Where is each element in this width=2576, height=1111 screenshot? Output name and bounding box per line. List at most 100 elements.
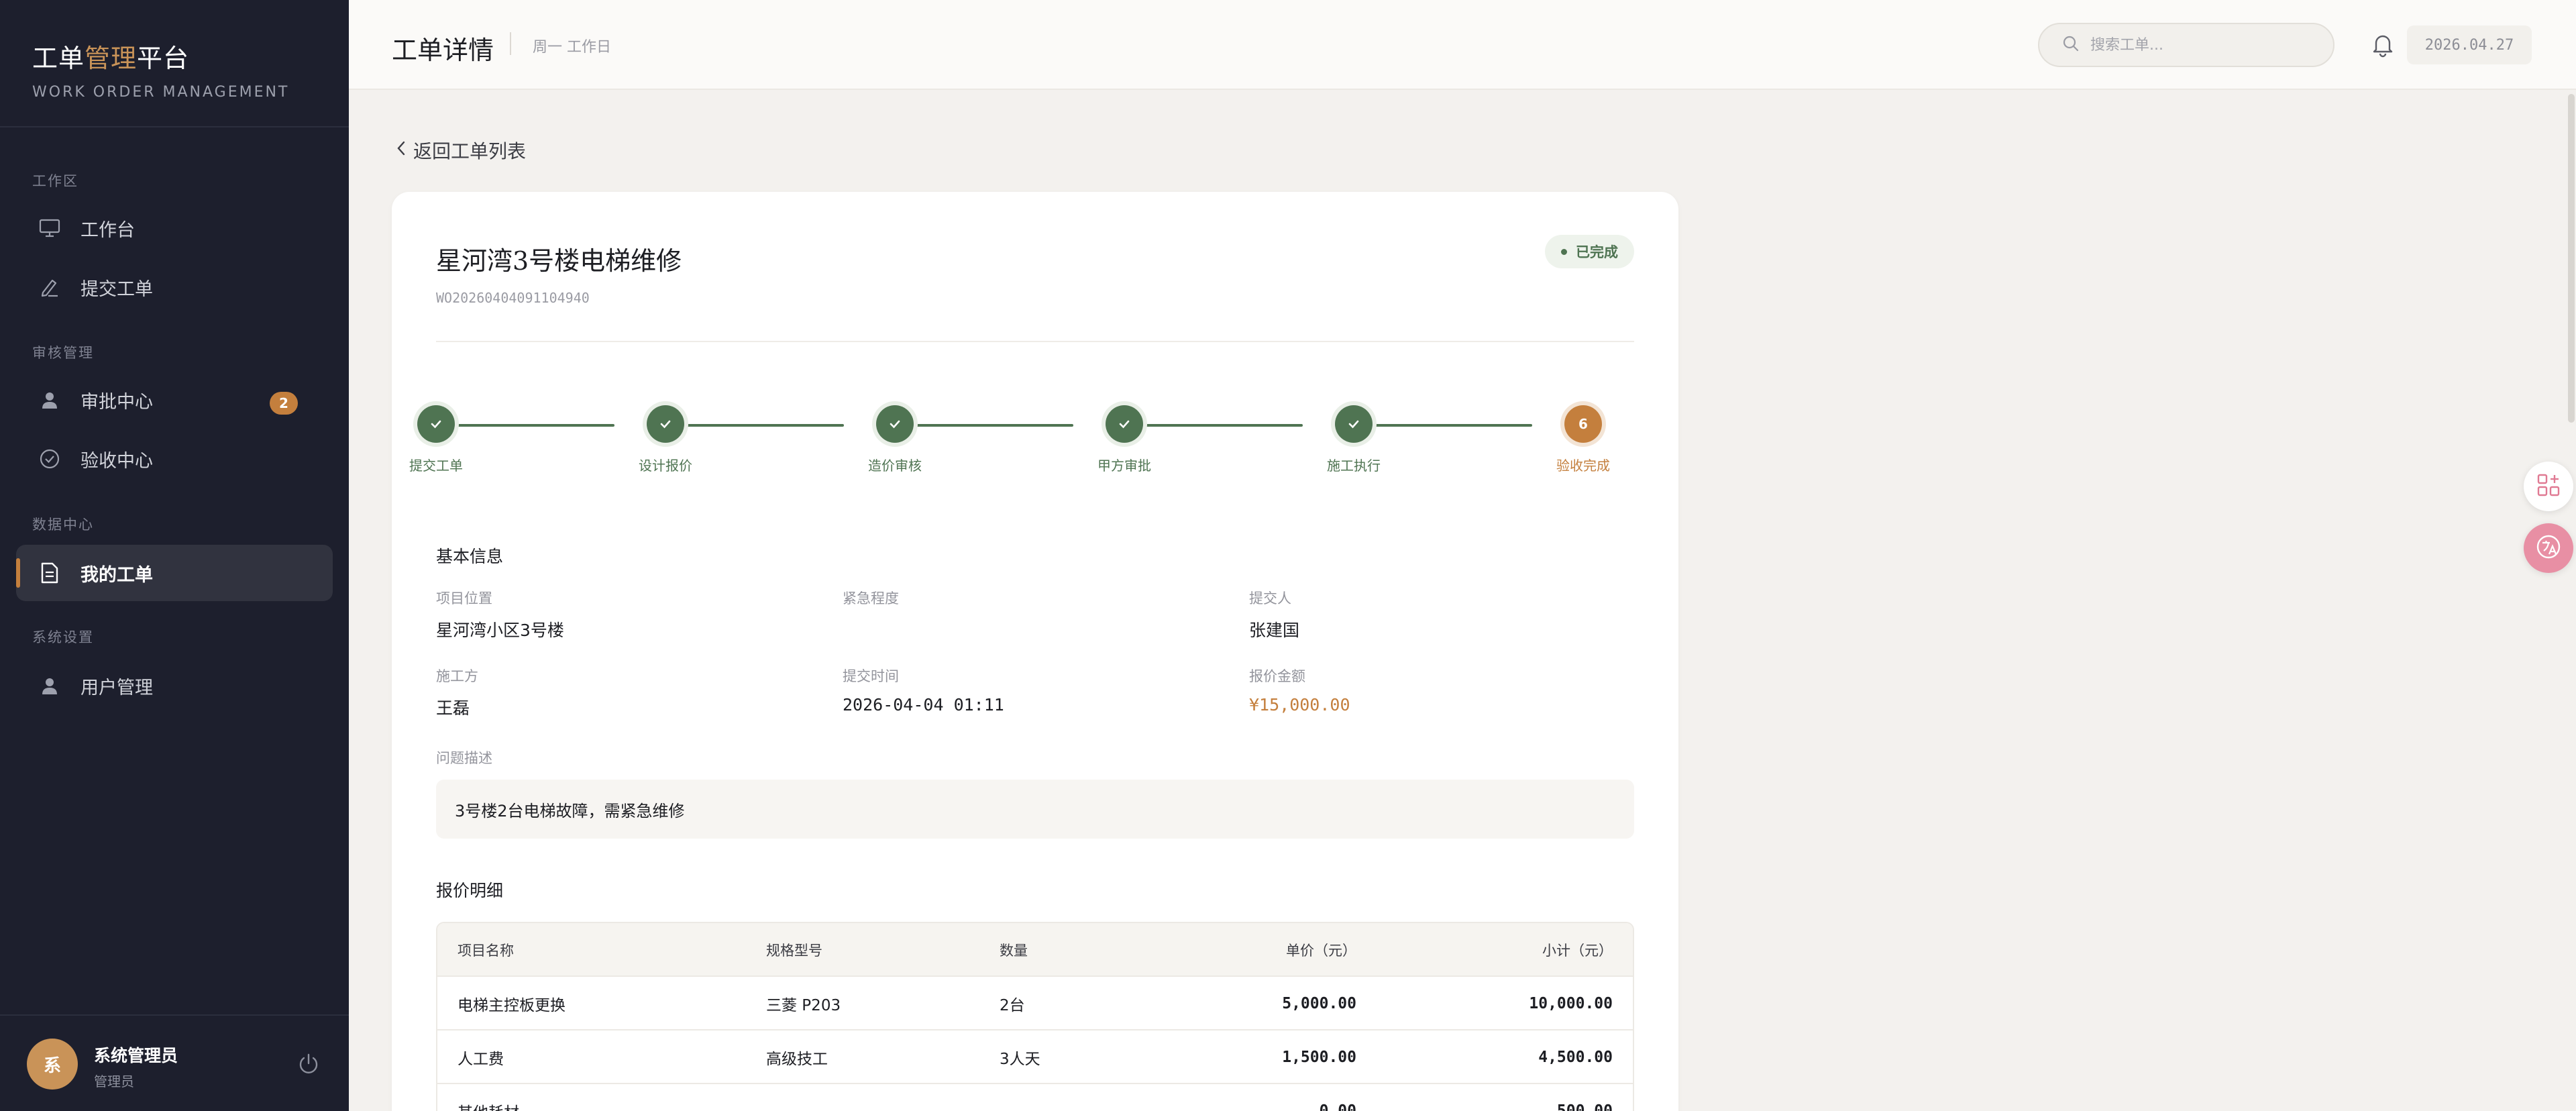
table-row: 其他耗材 0.00 500.00 [437, 1084, 1633, 1111]
table-header-row: 项目名称 规格型号 数量 单价（元） 小计（元） [437, 923, 1633, 977]
location-value: 星河湾小区3号楼 [436, 621, 564, 640]
section-title-basic: 基本信息 [436, 547, 504, 566]
table-cell: 10,000.00 [1529, 995, 1613, 1012]
step-number: 6 [1564, 405, 1602, 443]
user-role: 管理员 [94, 1073, 134, 1090]
submit-time-value: 2026-04-04 01:11 [843, 695, 1004, 715]
nav-group-workspace: 工作区 [32, 173, 78, 189]
sidebar-item-label: 用户管理 [80, 677, 153, 698]
step-label: 施工执行 [1327, 458, 1381, 474]
user-name: 系统管理员 [94, 1046, 178, 1065]
table-cell: 3人天 [1000, 1051, 1040, 1068]
sidebar-item-my-orders[interactable]: 我的工单 [16, 545, 333, 601]
quote-table: 项目名称 规格型号 数量 单价（元） 小计（元） 电梯主控板更换 三菱 P203… [436, 922, 1634, 1111]
brand-title: 工单管理平台 [32, 44, 190, 73]
quote-amount-label: 报价金额 [1249, 668, 1305, 684]
order-title: 星河湾3号楼电梯维修 [436, 246, 682, 276]
table-cell: 5,000.00 [1282, 995, 1356, 1012]
table-row: 电梯主控板更换 三菱 P203 2台 5,000.00 10,000.00 [437, 977, 1633, 1030]
step-acceptance: 6 验收完成 [1529, 405, 1637, 474]
translate-icon [2535, 533, 2562, 563]
apps-add-button[interactable] [2524, 462, 2573, 511]
check-icon [876, 405, 914, 443]
brand-subtitle: WORK ORDER MANAGEMENT [32, 84, 290, 101]
table-cell: 2台 [1000, 997, 1025, 1014]
table-cell: 三菱 P203 [766, 997, 841, 1014]
column-header: 单价（元） [1286, 943, 1356, 959]
description-label: 问题描述 [436, 750, 492, 766]
check-icon [417, 405, 455, 443]
column-header: 项目名称 [458, 943, 514, 959]
back-label: 返回工单列表 [413, 140, 527, 162]
check-icon [1335, 405, 1373, 443]
order-detail-card: 星河湾3号楼电梯维修 WO20260404091104940 已完成 提交工单 … [392, 192, 1678, 1111]
contractor-value: 王磊 [436, 698, 470, 718]
table-cell: 0.00 [1319, 1102, 1356, 1111]
contractor-label: 施工方 [436, 668, 478, 684]
submitter-value: 张建国 [1249, 621, 1300, 640]
column-header: 规格型号 [766, 943, 822, 959]
column-header: 数量 [1000, 943, 1028, 959]
scrollbar-thumb[interactable] [2568, 94, 2575, 423]
column-header: 小计（元） [1542, 943, 1613, 959]
bell-icon[interactable] [2368, 30, 2398, 59]
urgency-label: 紧急程度 [843, 590, 899, 606]
sidebar: 工单管理平台 WORK ORDER MANAGEMENT 工作区 工作台 提交工… [0, 0, 349, 1111]
date-display: 2026.04.27 [2407, 25, 2532, 64]
pen-icon [36, 274, 63, 301]
check-circle-icon [36, 445, 63, 472]
document-icon [36, 560, 63, 586]
sidebar-item-users[interactable]: 用户管理 [16, 657, 333, 714]
day-label: 周一 工作日 [533, 39, 611, 56]
section-title-quote: 报价明细 [436, 881, 504, 900]
step-label: 验收完成 [1556, 458, 1610, 474]
submitter-label: 提交人 [1249, 590, 1291, 606]
translate-button[interactable] [2524, 523, 2573, 573]
sidebar-item-acceptance[interactable]: 验收中心 [16, 431, 333, 487]
step-client-approval: 甲方审批 [1071, 405, 1178, 474]
avatar[interactable]: 系 [27, 1039, 78, 1090]
sidebar-item-label: 我的工单 [80, 564, 153, 586]
submit-time-label: 提交时间 [843, 668, 899, 684]
search-icon [2062, 35, 2080, 55]
nav-group-review: 审核管理 [32, 345, 94, 361]
table-cell: 500.00 [1556, 1102, 1613, 1111]
user-profile: 系 系统管理员 管理员 [0, 1014, 349, 1111]
chevron-left-icon [396, 140, 413, 162]
divider [436, 341, 1634, 342]
check-icon [1106, 405, 1143, 443]
step-label: 甲方审批 [1097, 458, 1151, 474]
table-cell: 电梯主控板更换 [458, 997, 566, 1014]
sidebar-item-dashboard[interactable]: 工作台 [16, 200, 333, 256]
user-icon [36, 386, 63, 413]
status-badge: 已完成 [1545, 235, 1634, 268]
location-label: 项目位置 [436, 590, 492, 606]
power-icon[interactable] [295, 1051, 322, 1077]
sidebar-item-label: 验收中心 [80, 450, 153, 472]
approval-count-badge: 2 [270, 392, 298, 415]
sidebar-item-approval[interactable]: 审批中心 2 [16, 372, 333, 428]
step-label: 提交工单 [409, 458, 463, 474]
back-link[interactable]: 返回工单列表 [396, 137, 526, 164]
sidebar-item-label: 工作台 [80, 219, 135, 241]
nav-group-settings: 系统设置 [32, 629, 94, 645]
sidebar-item-submit[interactable]: 提交工单 [16, 259, 333, 315]
search-box[interactable] [2038, 23, 2334, 67]
table-cell: 高级技工 [766, 1051, 828, 1068]
step-submit: 提交工单 [382, 405, 490, 474]
nav-group-data: 数据中心 [32, 517, 94, 533]
header-divider [510, 32, 511, 55]
search-input[interactable] [2090, 36, 2318, 54]
top-header: 工单详情 周一 工作日 2026.04.27 [349, 0, 2576, 90]
table-cell: 4,500.00 [1538, 1049, 1613, 1066]
table-row: 人工费 高级技工 3人天 1,500.00 4,500.00 [437, 1030, 1633, 1084]
apps-add-icon [2536, 472, 2561, 500]
order-number: WO20260404091104940 [436, 290, 590, 306]
page-title: 工单详情 [392, 36, 494, 65]
step-construction: 施工执行 [1300, 405, 1407, 474]
check-icon [647, 405, 684, 443]
user-icon [36, 672, 63, 699]
sidebar-item-label: 提交工单 [80, 278, 153, 300]
brand: 工单管理平台 WORK ORDER MANAGEMENT [0, 0, 349, 127]
step-label: 设计报价 [639, 458, 692, 474]
